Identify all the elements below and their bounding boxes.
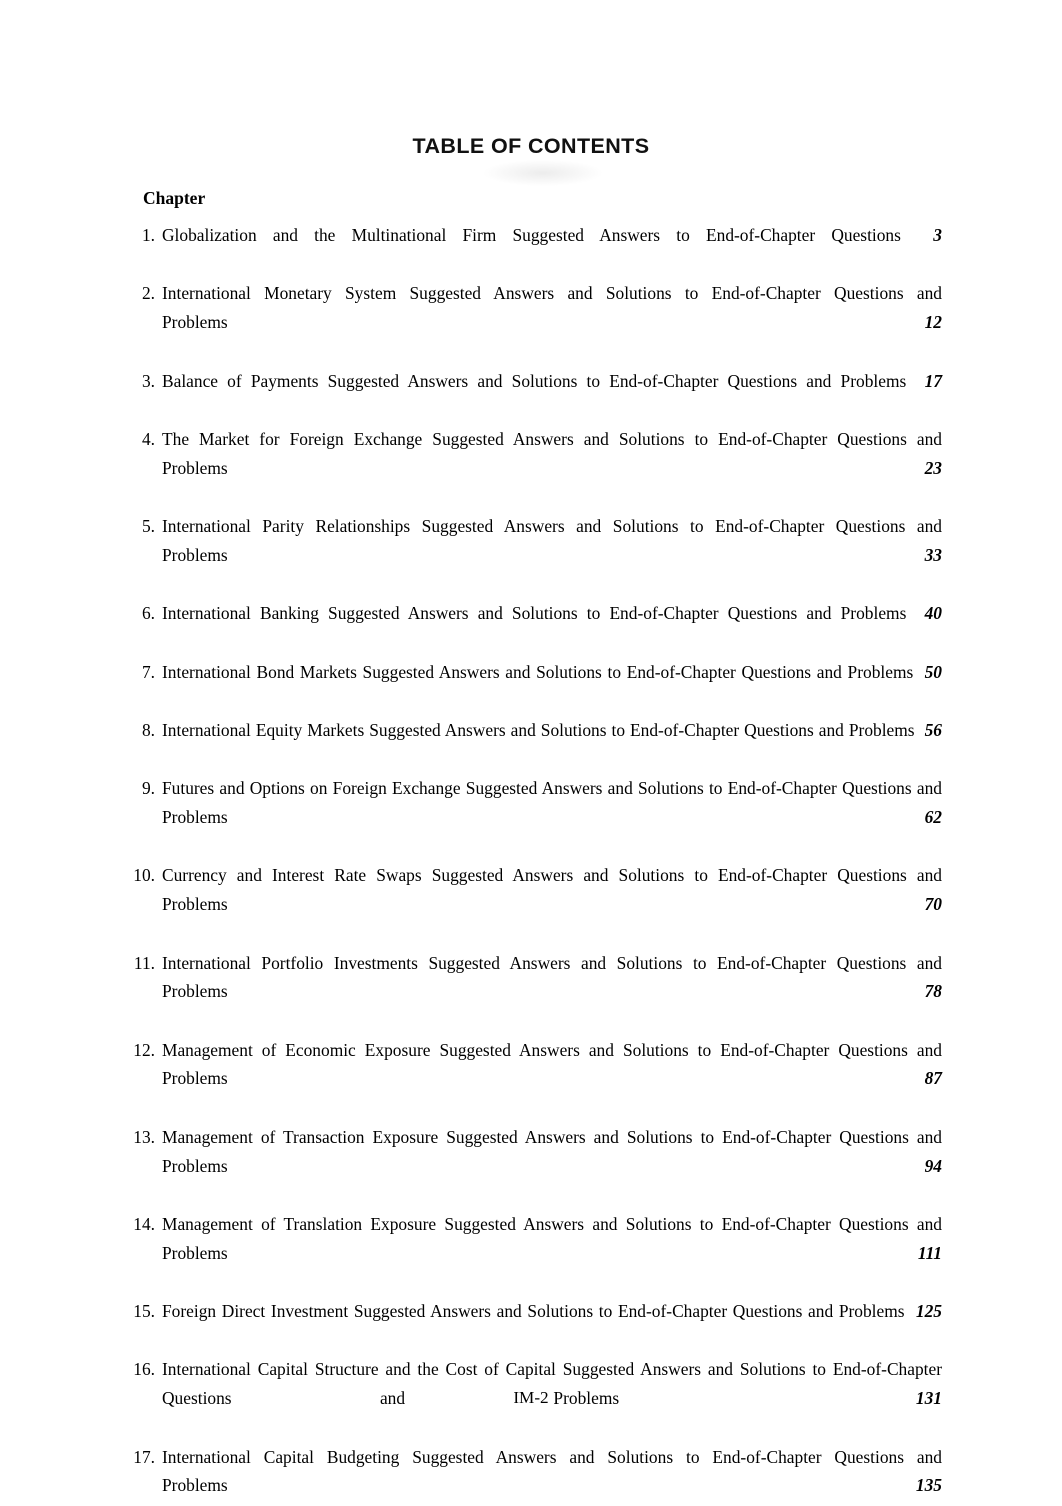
toc-entry-body: International Portfolio Investments Sugg… bbox=[162, 949, 942, 1035]
toc-entry-number: 8. bbox=[141, 719, 155, 740]
toc-entry-gap bbox=[905, 1301, 916, 1321]
toc-entry-number: 14. bbox=[133, 1213, 155, 1234]
toc-entry-number: 12. bbox=[133, 1039, 155, 1060]
toc-entry-number: 1. bbox=[141, 225, 155, 245]
toc-entry-body: Currency and Interest Rate Swaps Suggest… bbox=[162, 861, 942, 947]
toc-entry-page-number: 70 bbox=[924, 894, 942, 915]
toc-entry-body: Management of Transaction Exposure Sugge… bbox=[162, 1123, 942, 1209]
page-title: TABLE OF CONTENTS bbox=[412, 134, 650, 158]
toc-entry-page-number: 135 bbox=[915, 1475, 942, 1496]
chapter-column-heading: Chapter bbox=[143, 188, 206, 208]
toc-entry-body: Balance of Payments Suggested Answers an… bbox=[162, 367, 942, 424]
toc-entry-page-number: 50 bbox=[924, 661, 942, 682]
toc-entry-number: 5. bbox=[141, 516, 155, 537]
toc-entry[interactable]: 15. Foreign Direct Investment Suggested A… bbox=[128, 1297, 942, 1354]
toc-entry-gap bbox=[228, 981, 925, 1001]
toc-entry-body: Futures and Options on Foreign Exchange … bbox=[162, 774, 942, 860]
toc-entry-gap bbox=[228, 545, 925, 565]
toc-entry-page-number: 12 bbox=[924, 312, 942, 333]
toc-entry-title: International Banking Suggested Answers … bbox=[162, 603, 907, 624]
toc-entry-body: International Capital Budgeting Suggeste… bbox=[162, 1443, 942, 1506]
title-smudge-artifact bbox=[484, 160, 602, 186]
toc-entry[interactable]: 5. International Parity Relationships Sug… bbox=[128, 512, 942, 598]
toc-entry-number: 9. bbox=[141, 778, 155, 799]
toc-entry-title: International Bond Markets Suggested Ans… bbox=[162, 661, 914, 682]
toc-entry-gap bbox=[228, 1156, 925, 1176]
toc-entry-body: Foreign Direct Investment Suggested Answ… bbox=[162, 1297, 942, 1354]
toc-entry-gap bbox=[228, 894, 925, 914]
toc-entry[interactable]: 6. International Banking Suggested Answer… bbox=[128, 599, 942, 656]
toc-entry-gap bbox=[228, 807, 925, 827]
toc-entry-title: Foreign Direct Investment Suggested Answ… bbox=[162, 1301, 905, 1322]
toc-entry-page-number: 33 bbox=[924, 544, 942, 565]
toc-entry[interactable]: 4. The Market for Foreign Exchange Sugges… bbox=[128, 425, 942, 511]
toc-entry-gap bbox=[228, 312, 925, 332]
toc-entry-number: 7. bbox=[141, 661, 155, 682]
toc-entry[interactable]: 14. Management of Translation Exposure Su… bbox=[128, 1210, 942, 1296]
toc-entry-number: 2. bbox=[141, 283, 155, 304]
toc-entry[interactable]: 10. Currency and Interest Rate Swaps Sugg… bbox=[128, 861, 942, 947]
toc-entry-number: 16. bbox=[133, 1359, 155, 1380]
toc-entry-number: 13. bbox=[133, 1126, 155, 1147]
toc-entry[interactable]: 12. Management of Economic Exposure Sugge… bbox=[128, 1036, 942, 1122]
toc-entry[interactable]: 11. International Portfolio Investments S… bbox=[128, 949, 942, 1035]
toc-entry[interactable]: 13. Management of Transaction Exposure Su… bbox=[128, 1123, 942, 1209]
toc-entry-gap bbox=[906, 371, 924, 391]
toc-entry-gap bbox=[228, 1068, 925, 1088]
toc-entry-body: Globalization and the Multinational Firm… bbox=[162, 221, 942, 278]
toc-entry[interactable]: 3. Balance of Payments Suggested Answers … bbox=[128, 367, 942, 424]
toc-entry-number: 3. bbox=[141, 370, 155, 391]
toc-entry-gap bbox=[228, 1243, 918, 1263]
toc-entry-body: International Monetary System Suggested … bbox=[162, 279, 942, 365]
toc-entry[interactable]: 8. International Equity Markets Suggested… bbox=[128, 716, 942, 773]
toc-entry-page-number: 94 bbox=[924, 1155, 942, 1176]
toc-entry-page-number: 3 bbox=[933, 225, 942, 245]
toc-entry-page-number: 125 bbox=[915, 1301, 942, 1322]
toc-entry-body: Management of Translation Exposure Sugge… bbox=[162, 1210, 942, 1296]
toc-entry-page-number: 17 bbox=[924, 370, 943, 391]
toc-entry-gap bbox=[906, 603, 924, 623]
table-of-contents-list: 1. Globalization and the Multinational Fi… bbox=[128, 221, 942, 1506]
toc-entry-body: International Banking Suggested Answers … bbox=[162, 599, 942, 656]
toc-entry-number: 10. bbox=[133, 865, 155, 886]
toc-entry-page-number: 40 bbox=[924, 603, 942, 624]
toc-entry-page-number: 87 bbox=[924, 1068, 942, 1089]
toc-entry[interactable]: 17. International Capital Budgeting Sugge… bbox=[128, 1443, 942, 1506]
page-footer: IM-2 bbox=[513, 1388, 549, 1407]
toc-entry-number: 6. bbox=[141, 603, 155, 624]
toc-entry-title: International Equity Markets Suggested A… bbox=[162, 719, 915, 740]
toc-entry-body: Management of Economic Exposure Suggeste… bbox=[162, 1036, 942, 1122]
toc-entry-gap bbox=[228, 1475, 916, 1495]
toc-entry-gap bbox=[913, 662, 924, 682]
toc-entry-title: Balance of Payments Suggested Answers an… bbox=[162, 370, 907, 391]
toc-entry[interactable]: 9. Futures and Options on Foreign Exchang… bbox=[128, 774, 942, 860]
toc-entry-page-number: 111 bbox=[917, 1242, 942, 1263]
toc-entry[interactable]: 7. International Bond Markets Suggested A… bbox=[128, 658, 942, 715]
toc-entry[interactable]: 2. International Monetary System Suggeste… bbox=[128, 279, 942, 365]
toc-entry-number: 15. bbox=[133, 1301, 155, 1322]
toc-entry-body: The Market for Foreign Exchange Suggeste… bbox=[162, 425, 942, 511]
toc-entry-number: 4. bbox=[141, 428, 155, 449]
toc-entry-number: 11. bbox=[133, 952, 155, 973]
toc-entry-gap bbox=[228, 458, 925, 478]
toc-entry-title: Globalization and the Multinational Firm… bbox=[162, 225, 901, 245]
page-title-container: TABLE OF CONTENTS bbox=[0, 134, 1062, 159]
toc-entry[interactable]: 1. Globalization and the Multinational Fi… bbox=[128, 221, 942, 278]
toc-entry-body: International Equity Markets Suggested A… bbox=[162, 716, 942, 773]
toc-entry-gap bbox=[901, 225, 933, 245]
toc-entry-page-number: 62 bbox=[924, 807, 942, 828]
toc-entry-page-number: 78 bbox=[924, 981, 942, 1002]
toc-entry-page-number: 56 bbox=[924, 719, 942, 740]
toc-entry-body: International Bond Markets Suggested Ans… bbox=[162, 658, 942, 715]
document-page: TABLE OF CONTENTS Chapter 1. Globalizatio… bbox=[0, 0, 1062, 1506]
toc-entry-gap bbox=[915, 720, 925, 740]
toc-entry-page-number: 23 bbox=[924, 457, 942, 478]
toc-entry-number: 17. bbox=[133, 1446, 155, 1467]
toc-entry-body: International Parity Relationships Sugge… bbox=[162, 512, 942, 598]
